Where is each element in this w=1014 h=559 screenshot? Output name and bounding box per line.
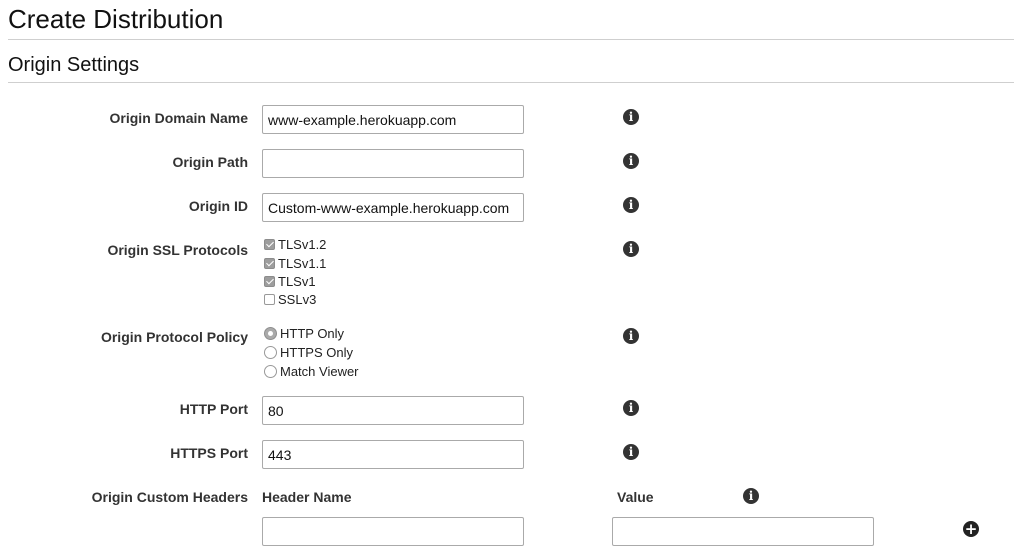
origin-id-input[interactable]	[262, 193, 524, 222]
ssl-option-tlsv1[interactable]: TLSv1	[264, 272, 316, 290]
title-divider	[8, 39, 1014, 40]
ssl-option-tlsv1-2[interactable]: TLSv1.2	[264, 235, 326, 253]
http-only-radio[interactable]	[264, 326, 277, 340]
tlsv1-1-label: TLSv1.1	[278, 255, 327, 271]
info-icon[interactable]: i	[623, 241, 639, 257]
https-only-radio[interactable]	[264, 345, 277, 359]
policy-option-match-viewer[interactable]: Match Viewer	[264, 362, 359, 380]
section-divider	[8, 82, 1014, 83]
info-icon[interactable]: i	[623, 153, 639, 169]
info-icon[interactable]: i	[623, 109, 639, 125]
header-value-input[interactable]	[612, 517, 874, 546]
https-only-label: HTTPS Only	[280, 344, 353, 360]
policy-option-https-only[interactable]: HTTPS Only	[264, 343, 353, 361]
https-port-input[interactable]	[262, 440, 524, 469]
info-icon[interactable]: i	[743, 488, 759, 504]
tlsv1-2-checkbox[interactable]	[264, 238, 275, 250]
tlsv1-2-label: TLSv1.2	[278, 236, 327, 252]
http-port-label: HTTP Port	[179, 401, 248, 417]
origin-domain-name-input[interactable]	[262, 105, 524, 134]
ssl-option-tlsv1-1[interactable]: TLSv1.1	[264, 254, 326, 272]
match-viewer-label: Match Viewer	[280, 363, 359, 379]
header-name-input[interactable]	[262, 517, 524, 546]
plus-circle-icon[interactable]: +	[963, 521, 979, 537]
origin-ssl-protocols-label: Origin SSL Protocols	[107, 242, 248, 258]
origin-custom-headers-label: Origin Custom Headers	[91, 489, 248, 505]
https-port-label: HTTPS Port	[170, 445, 248, 461]
info-icon[interactable]: i	[623, 400, 639, 416]
match-viewer-radio[interactable]	[264, 364, 277, 378]
info-icon[interactable]: i	[623, 197, 639, 213]
http-only-label: HTTP Only	[280, 325, 345, 341]
origin-path-label: Origin Path	[172, 154, 248, 170]
info-icon[interactable]: i	[623, 444, 639, 460]
sslv3-checkbox[interactable]	[264, 293, 275, 305]
section-title: Origin Settings	[8, 54, 140, 76]
http-port-input[interactable]	[262, 396, 524, 425]
tlsv1-checkbox[interactable]	[264, 275, 275, 287]
policy-option-http-only[interactable]: HTTP Only	[264, 324, 344, 342]
value-column-label: Value	[617, 489, 654, 505]
origin-id-label: Origin ID	[188, 198, 248, 214]
header-name-column-label: Header Name	[262, 489, 352, 505]
ssl-option-sslv3[interactable]: SSLv3	[264, 290, 316, 308]
page-title: Create Distribution	[8, 4, 224, 34]
sslv3-label: SSLv3	[278, 291, 317, 307]
tlsv1-1-checkbox[interactable]	[264, 257, 275, 269]
origin-protocol-policy-label: Origin Protocol Policy	[100, 329, 248, 345]
origin-domain-name-label: Origin Domain Name	[109, 110, 248, 126]
info-icon[interactable]: i	[623, 328, 639, 344]
tlsv1-label: TLSv1	[278, 273, 316, 289]
origin-path-input[interactable]	[262, 149, 524, 178]
